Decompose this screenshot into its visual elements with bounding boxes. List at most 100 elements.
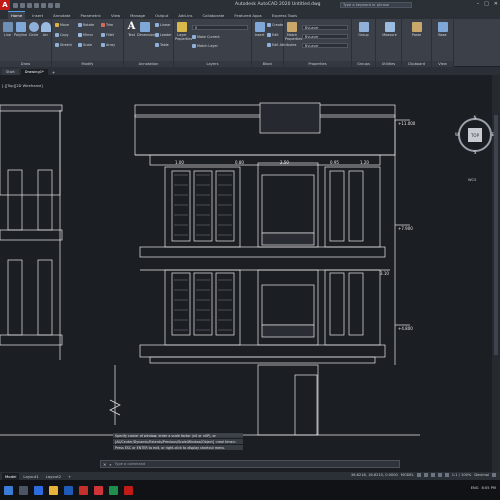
- undo-icon[interactable]: [48, 2, 53, 8]
- table-tool[interactable]: Table: [155, 43, 169, 47]
- tab-add-ins[interactable]: Add-ins: [175, 12, 195, 19]
- trim-tool[interactable]: Trim: [101, 23, 113, 27]
- powerpoint-icon[interactable]: [94, 485, 103, 495]
- maximize-icon[interactable]: □: [484, 1, 489, 7]
- units-readout[interactable]: Decimal: [474, 473, 489, 477]
- customization-icon[interactable]: [492, 473, 496, 477]
- leader-tool[interactable]: Leader: [155, 33, 172, 37]
- move-tool[interactable]: Move: [55, 23, 69, 27]
- tab-collaborate[interactable]: Collaborate: [200, 12, 228, 19]
- tab-parametric[interactable]: Parametric: [77, 12, 104, 19]
- dimension-label: 1.00: [175, 160, 184, 165]
- match-properties-tool[interactable]: Match Properties: [285, 22, 302, 41]
- new-icon[interactable]: [13, 2, 18, 8]
- level-label: +11.000: [398, 121, 416, 126]
- tab-home[interactable]: Home: [8, 11, 26, 19]
- color-dropdown[interactable]: ByLayer: [302, 25, 348, 30]
- redo-icon[interactable]: [55, 2, 60, 8]
- language-indicator[interactable]: ENG: [471, 486, 479, 490]
- open-icon[interactable]: [20, 2, 25, 8]
- search-icon[interactable]: ⌕: [109, 462, 111, 467]
- layout-tab-layout1[interactable]: Layout1: [20, 473, 41, 480]
- command-line[interactable]: ✕ ⌕ Type a command: [100, 460, 400, 468]
- dimension-label: 1.20: [360, 160, 369, 165]
- help-search-input[interactable]: Type a keyword or phrase: [340, 2, 412, 8]
- close-command-line-icon[interactable]: ✕: [103, 462, 106, 467]
- add-layout-plus-icon[interactable]: +: [65, 473, 74, 480]
- layout-tab-layout2[interactable]: Layout2: [43, 473, 64, 480]
- command-history: Specify corner of window, enter a scale …: [113, 433, 243, 451]
- linear-tool[interactable]: Linear: [155, 23, 171, 27]
- layout-tab-model[interactable]: Model: [2, 472, 20, 480]
- group-tool[interactable]: Group: [357, 22, 370, 37]
- make-current-icon: [192, 35, 196, 39]
- make-current-tool[interactable]: Make Current: [192, 35, 220, 39]
- save-as-icon[interactable]: [34, 2, 39, 8]
- annotation-scale[interactable]: 1:1 / 100%: [452, 473, 472, 477]
- measure-tool[interactable]: Measure: [382, 22, 397, 37]
- insert-block-tool[interactable]: Insert: [253, 22, 266, 37]
- layer-dropdown[interactable]: 0: [192, 25, 248, 30]
- polyline-tool[interactable]: Polyline: [14, 22, 27, 37]
- arc-tool[interactable]: Arc: [39, 22, 52, 37]
- mirror-tool[interactable]: Mirror: [78, 33, 93, 37]
- compass-n[interactable]: N: [474, 115, 477, 120]
- compass-w[interactable]: W: [455, 132, 459, 137]
- clock[interactable]: 8:05 PM: [482, 486, 496, 490]
- fillet-tool[interactable]: Fillet: [101, 33, 114, 37]
- tab-view[interactable]: View: [108, 12, 123, 19]
- tab-featured-apps[interactable]: Featured Apps: [231, 12, 264, 19]
- polar-icon[interactable]: [437, 473, 442, 477]
- lineweight-dropdown[interactable]: ByLayer: [302, 43, 348, 48]
- snap-icon[interactable]: [423, 473, 428, 477]
- grid-icon[interactable]: [416, 473, 421, 477]
- osnap-icon[interactable]: [444, 473, 449, 477]
- paste-tool[interactable]: Paste: [410, 22, 423, 37]
- edge-icon[interactable]: [34, 485, 43, 495]
- command-history-line: Specify corner of window, enter a scale …: [113, 433, 243, 438]
- youtube-icon[interactable]: [79, 485, 88, 495]
- viewcube[interactable]: TOP N S E W: [455, 115, 495, 155]
- ortho-icon[interactable]: [430, 473, 435, 477]
- excel-icon[interactable]: [109, 485, 118, 495]
- word-icon[interactable]: [64, 485, 73, 495]
- array-tool[interactable]: Array: [101, 43, 115, 47]
- wcs-menu[interactable]: WCS: [468, 178, 476, 182]
- tab-insert[interactable]: Insert: [29, 12, 46, 19]
- rotate-tool[interactable]: Rotate: [78, 23, 94, 27]
- tab-express-tools[interactable]: Express Tools: [269, 12, 300, 19]
- create-block-tool[interactable]: Create: [267, 23, 283, 27]
- window-controls: – □ ✕: [477, 1, 498, 7]
- status-bar: 36.6218, 16.6210, 0.0000 MODEL 1:1 / 100…: [351, 473, 496, 477]
- tab-output[interactable]: Output: [152, 12, 171, 19]
- match-layer-tool[interactable]: Match Layer: [192, 44, 218, 48]
- line-tool[interactable]: Line: [1, 22, 14, 37]
- file-explorer-icon[interactable]: [49, 485, 58, 495]
- close-icon[interactable]: ✕: [494, 1, 498, 7]
- save-icon[interactable]: [27, 2, 32, 8]
- command-input[interactable]: Type a command: [115, 462, 146, 466]
- drawing-canvas[interactable]: +11.000 +7.900 +4.800 1.00 0.80 2.50 0.9…: [0, 75, 492, 472]
- search-icon[interactable]: [19, 485, 28, 495]
- dimension-tool[interactable]: Dimension: [137, 22, 155, 37]
- tab-manage[interactable]: Manage: [127, 12, 148, 19]
- windows-start-icon[interactable]: [4, 485, 13, 495]
- model-space-toggle[interactable]: MODEL: [401, 473, 414, 477]
- compass-s[interactable]: S: [474, 150, 477, 155]
- edit-block-tool[interactable]: Edit: [267, 33, 279, 37]
- minimize-icon[interactable]: –: [477, 1, 480, 7]
- layer-properties-tool[interactable]: Layer Properties: [175, 22, 192, 41]
- viewport-controls-label[interactable]: [-][Top][2D Wireframe]: [2, 84, 43, 88]
- stretch-tool[interactable]: Stretch: [55, 43, 72, 47]
- autocad-logo-icon[interactable]: A: [0, 0, 10, 10]
- plot-icon[interactable]: [41, 2, 46, 8]
- tab-annotate[interactable]: Annotate: [50, 12, 73, 19]
- copy-tool[interactable]: Copy: [55, 33, 69, 37]
- scale-tool[interactable]: Scale: [78, 43, 92, 47]
- compass-e[interactable]: E: [492, 132, 495, 137]
- viewcube-top-label[interactable]: TOP: [470, 133, 480, 138]
- linetype-dropdown[interactable]: ByLayer: [302, 34, 348, 39]
- base-view-tool[interactable]: Base: [436, 22, 449, 37]
- autocad-taskbar-icon[interactable]: [124, 485, 133, 495]
- coordinates-readout[interactable]: 36.6218, 16.6210, 0.0000: [351, 473, 398, 477]
